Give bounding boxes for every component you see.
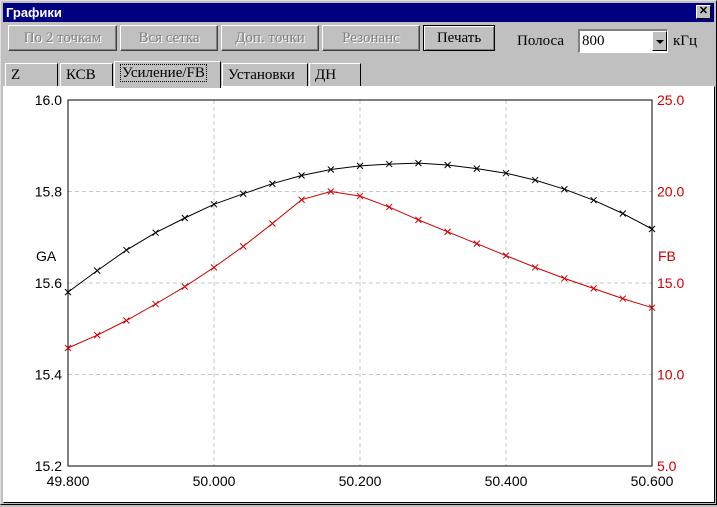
right-tick-label: 5.0: [657, 458, 677, 474]
band-select[interactable]: 800: [578, 29, 668, 53]
right-tick-label: 10.0: [657, 367, 684, 383]
band-label: Полоса: [517, 33, 564, 49]
data-point-right: [123, 317, 130, 324]
data-point-left: [181, 214, 189, 222]
extra-points-button[interactable]: Доп. точки: [221, 25, 319, 51]
data-point-right: [269, 220, 276, 227]
two-points-button[interactable]: По 2 точкам: [8, 25, 117, 51]
x-tick-label: 50.400: [485, 473, 528, 489]
data-point-left: [152, 229, 159, 237]
x-tick-label: 50.000: [193, 473, 236, 489]
data-point-right: [385, 203, 393, 211]
data-point-right: [561, 275, 568, 282]
tab-gain-fb-label: Усиление/FB: [120, 64, 207, 82]
graphs-window: Графики ✕ По 2 точкам Вся сетка Доп. точ…: [0, 0, 717, 505]
data-point-right: [531, 264, 539, 271]
data-point-left: [93, 267, 101, 275]
left-tick-label: 15.4: [35, 367, 62, 383]
data-point-right: [444, 228, 451, 236]
x-axis-ticks: 49.800 50.000 50.200 50.400 50.600: [47, 473, 674, 489]
band-select-value: 800: [582, 33, 605, 49]
data-point-right: [298, 196, 305, 204]
right-tick-label: 20.0: [657, 184, 684, 200]
right-axis-label: FB: [658, 248, 676, 264]
data-point-right: [590, 285, 597, 292]
data-point-right: [239, 243, 247, 250]
tab-swr-label: КСВ: [66, 67, 96, 83]
left-axis-ticks: 15.2 15.4 15.6 15.8 16.0: [35, 92, 62, 474]
left-tick-label: 15.6: [35, 275, 62, 291]
print-button[interactable]: Печать: [423, 25, 495, 51]
left-axis-label: GA: [36, 248, 57, 264]
tab-settings[interactable]: Установки: [222, 63, 308, 87]
gain-fb-chart: 15.2 15.4 15.6 15.8 16.0 5.0 10.0 15.0 20.0 25.0…: [35, 92, 685, 489]
left-tick-label: 15.2: [35, 458, 62, 474]
band-unit-label: кГц: [673, 33, 697, 49]
data-point-right: [473, 240, 481, 248]
chart-grid: [67, 99, 653, 467]
tab-pattern[interactable]: ДН: [309, 63, 361, 87]
resonance-button[interactable]: Резонанс: [322, 25, 420, 51]
tab-z-label: Z: [11, 67, 21, 83]
close-icon[interactable]: ✕: [696, 5, 711, 19]
data-point-left: [590, 196, 597, 204]
x-tick-label: 50.600: [631, 473, 674, 489]
title-bar[interactable]: Графики ✕: [3, 3, 714, 22]
left-tick-label: 15.8: [35, 184, 62, 200]
full-grid-button[interactable]: Вся сетка: [120, 25, 218, 51]
right-tick-label: 15.0: [657, 275, 684, 291]
data-point-left: [269, 180, 276, 188]
x-tick-label: 49.800: [47, 473, 90, 489]
data-point-right: [619, 295, 627, 302]
data-point-right: [152, 300, 159, 308]
data-point-left: [619, 210, 627, 217]
chevron-down-icon[interactable]: [652, 31, 667, 51]
data-point-left: [123, 246, 130, 254]
chart-panel: 15.2 15.4 15.6 15.8 16.0 5.0 10.0 15.0 20.0 25.0…: [3, 86, 715, 503]
data-point-right: [181, 283, 189, 291]
tab-settings-label: Установки: [228, 67, 295, 83]
tab-swr[interactable]: КСВ: [60, 63, 113, 87]
window-title: Графики: [6, 5, 62, 20]
data-point-right: [415, 216, 422, 224]
right-axis-ticks: 5.0 10.0 15.0 20.0 25.0: [657, 92, 684, 474]
x-tick-label: 50.200: [339, 473, 382, 489]
tab-pattern-label: ДН: [315, 67, 337, 83]
tab-gain-fb[interactable]: Усиление/FB: [114, 61, 221, 88]
right-tick-label: 25.0: [657, 92, 684, 108]
tab-strip: Z КСВ Усиление/FB Установки ДН: [1, 61, 717, 88]
data-point-left: [561, 185, 568, 193]
tab-z[interactable]: Z: [5, 63, 58, 87]
data-point-right: [93, 331, 101, 339]
left-tick-label: 16.0: [35, 92, 62, 108]
